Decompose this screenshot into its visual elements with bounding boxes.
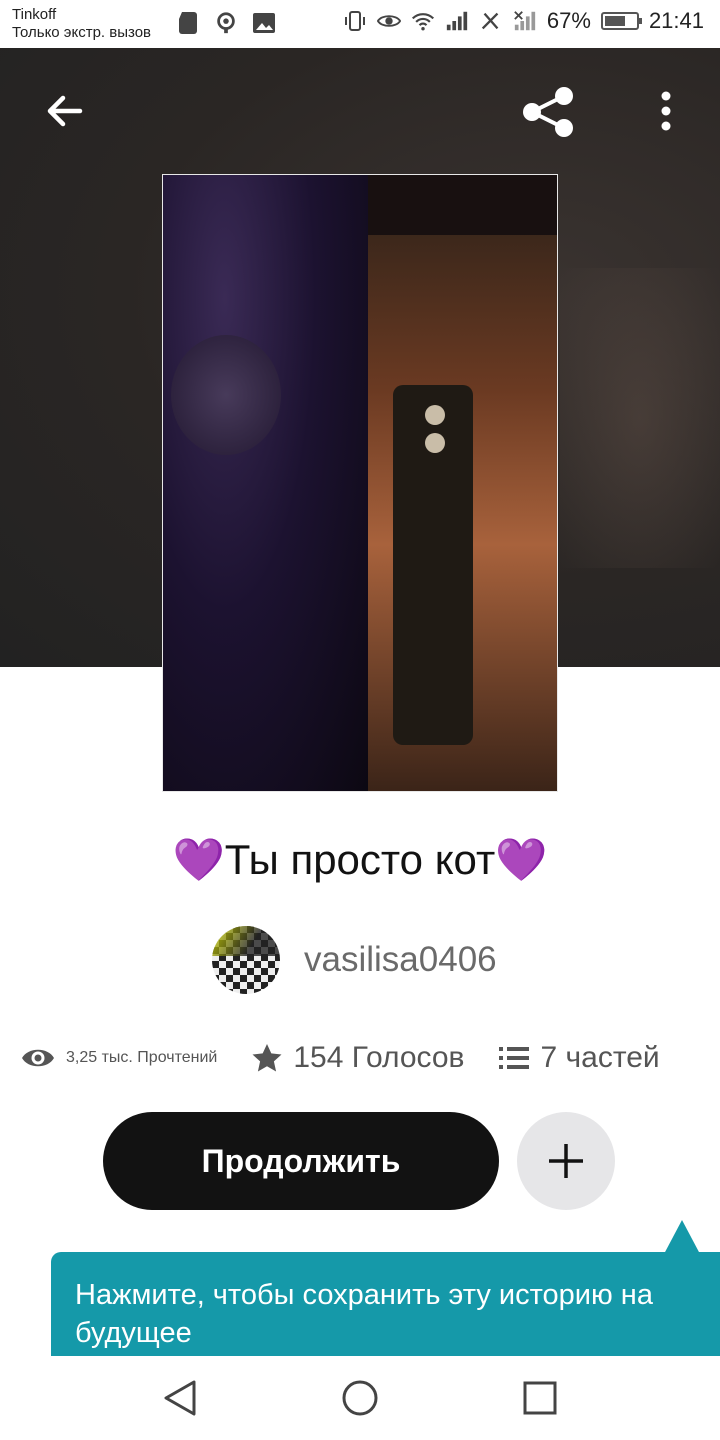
parts-stat[interactable]: 7 частей [498,1041,660,1075]
author-link[interactable]: vasilisa0406 [212,926,497,994]
add-to-library-button[interactable] [517,1112,615,1210]
no-data-icon [479,9,503,33]
more-options-button[interactable] [650,88,682,136]
story-title-text: Ты просто кот [224,836,496,883]
signal-icon [445,9,469,33]
continue-reading-button[interactable]: Продолжить [103,1112,499,1210]
vibrate-icon [343,9,367,33]
plus-icon [549,1144,583,1178]
purple-heart-icon: 💜 [172,836,225,883]
share-button[interactable] [518,82,578,142]
nav-home-button[interactable] [336,1374,384,1422]
nav-home-icon [342,1380,378,1416]
nav-back-icon [164,1380,196,1416]
author-name[interactable]: vasilisa0406 [304,940,497,980]
nav-back-button[interactable] [156,1374,204,1422]
save-story-tooltip[interactable]: Нажмите, чтобы сохранить эту историю на … [51,1252,720,1362]
status-bar: Tinkoff Только экстр. вызов 67% 21:41 [0,0,720,48]
wifi-icon [411,9,435,33]
list-icon [499,1047,530,1069]
story-title: 💜Ты просто кот💜 [0,836,720,885]
back-button[interactable] [40,88,88,136]
carrier-status: Только экстр. вызов [12,24,152,41]
nav-recents-button[interactable] [516,1374,564,1422]
cover-camera-lens [425,433,445,453]
signal-2-icon [513,9,537,33]
battery-percent: 67% [546,8,591,33]
reads-count: 3,25 тыс. Прочтений [66,1049,218,1066]
system-navigation-bar [0,1356,720,1440]
system-indicators: 67% 21:41 [343,8,704,34]
votes-count: 154 Голосов [293,1041,465,1074]
star-icon [252,1044,282,1072]
battery-fill [604,16,626,26]
continue-label: Продолжить [201,1142,401,1179]
cover-figure [171,335,281,455]
tooltip-text: Нажмите, чтобы сохранить эту историю на … [75,1279,653,1349]
nav-recents-icon [523,1381,557,1415]
cover-camera-lens [425,405,445,425]
location-icon [214,11,238,35]
parts-count: 7 частей [540,1041,660,1074]
more-vert-icon [661,91,671,131]
eye-comfort-icon [376,9,401,33]
author-avatar[interactable] [212,926,280,994]
image-icon [252,11,276,35]
votes-stat: 154 Голосов [251,1041,464,1075]
purple-heart-icon: 💜 [495,836,548,883]
carrier-info: Tinkoff Только экстр. вызов [12,6,151,42]
backdrop-glow [560,268,720,568]
reads-stat: 3,25 тыс. Прочтений [20,1044,217,1072]
clock: 21:41 [648,8,704,33]
cover-left-panel [163,175,368,791]
sd-card-icon [176,11,200,35]
notification-icons [176,11,276,35]
carrier-name: Tinkoff [12,6,57,23]
battery-icon [600,12,642,30]
tooltip-pointer [664,1220,700,1254]
back-arrow-icon [47,95,83,127]
share-icon [523,87,573,137]
eye-icon [22,1049,54,1067]
story-cover-image[interactable] [162,174,558,792]
cover-hat [368,175,557,235]
story-stats: 3,25 тыс. Прочтений 154 Голосов 7 частей [20,1034,710,1082]
